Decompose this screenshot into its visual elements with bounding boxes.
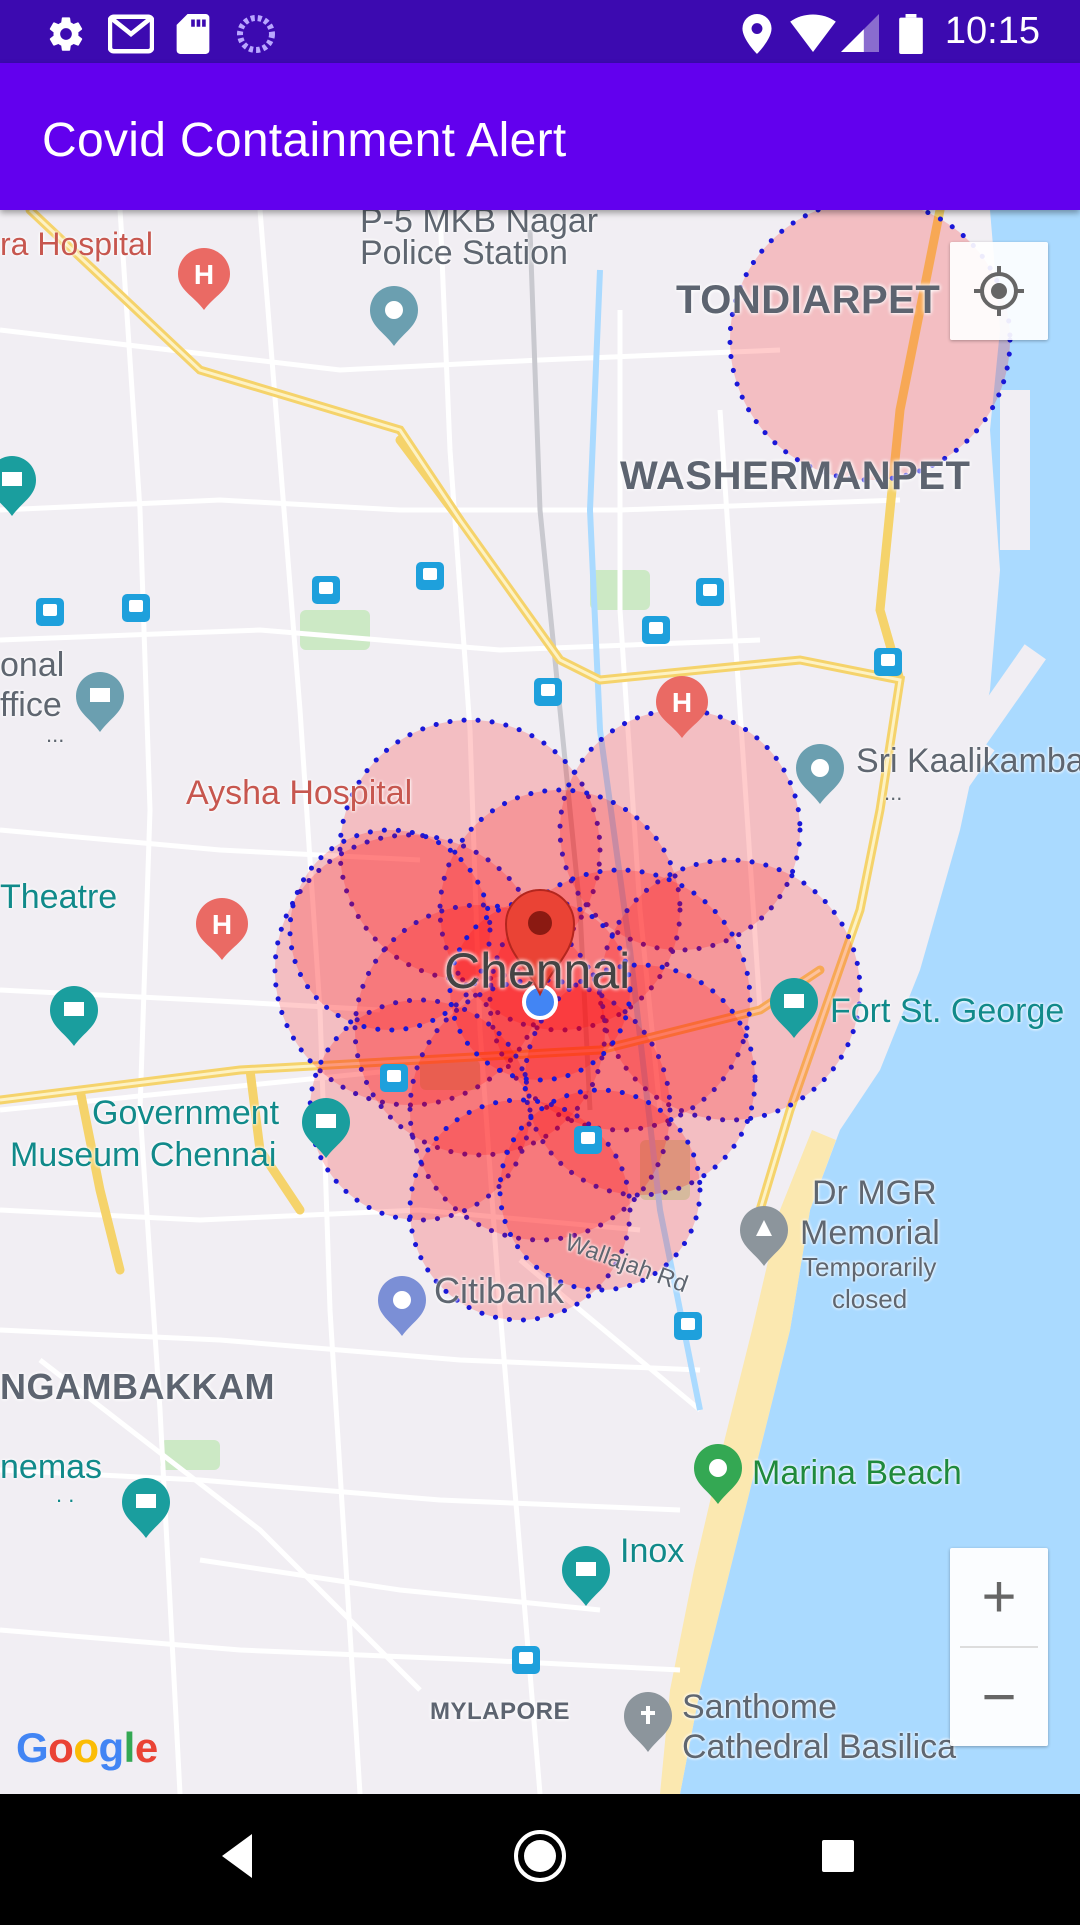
hospital-top-label: ra Hospital (0, 226, 153, 262)
signal-icon (840, 14, 880, 57)
sri-kaalikamba-more: ... (884, 780, 903, 805)
police-station-label-2: Police Station (360, 234, 568, 272)
area-washermanpet: WASHERMANPET (620, 454, 971, 498)
zoom-in-button[interactable]: + (950, 1548, 1048, 1646)
svg-text:H: H (672, 687, 692, 718)
google-logo-letter: l (123, 1724, 136, 1771)
aysha-hospital-label: Aysha Hospital (186, 774, 413, 812)
sri-kaalikamba-label: Sri Kaalikamba (856, 742, 1080, 780)
svg-text:H: H (194, 259, 214, 290)
battery-icon (898, 14, 924, 59)
citibank-label: Citibank (434, 1270, 565, 1311)
location-icon (742, 14, 772, 59)
sync-icon (236, 14, 276, 59)
home-button-inner (524, 1840, 556, 1872)
crosshair-icon (974, 266, 1024, 316)
office-label-1: onal (0, 646, 65, 684)
santhome-label-2: Cathedral Basilica (682, 1728, 957, 1766)
dr-mgr-label-4: closed (832, 1284, 908, 1314)
area-mylapore: MYLAPORE (430, 1698, 571, 1725)
app-title: Covid Containment Alert (42, 114, 567, 167)
navigation-bar (0, 1794, 1080, 1920)
settings-icon (46, 14, 86, 59)
my-location-button[interactable] (950, 242, 1048, 340)
wifi-icon (790, 14, 836, 57)
map-view[interactable]: H H H ra Hospital P-5 MKB Nagar Police S… (0, 210, 1080, 1794)
dr-mgr-label-2: Memorial (800, 1214, 940, 1252)
marina-beach-label: Marina Beach (752, 1454, 962, 1492)
svg-text:H: H (212, 909, 232, 940)
government-museum-label-1: Government (92, 1094, 280, 1132)
office-label-2: ffice (0, 686, 62, 724)
cinemas-more: . . (56, 1482, 75, 1507)
app-bar: Covid Containment Alert (0, 63, 1080, 210)
theatre-label: Theatre (0, 878, 118, 916)
city-label-chennai: Chennai (444, 943, 631, 999)
dr-mgr-label-3: Temporarily (802, 1252, 937, 1282)
recents-button[interactable] (822, 1840, 854, 1872)
area-nungambakkam: NGAMBAKKAM (0, 1366, 275, 1407)
google-logo-letter: g (98, 1724, 124, 1771)
office-label-3: ... (46, 722, 65, 747)
government-museum-label-2: Museum Chennai (10, 1136, 277, 1174)
gmail-icon (107, 14, 155, 59)
status-bar: 10:15 (0, 0, 1080, 63)
fort-st-george-label: Fort St. George (830, 992, 1065, 1030)
cinemas-label: nemas (0, 1448, 103, 1486)
sd-card-icon (176, 14, 210, 59)
status-time: 10:15 (944, 10, 1040, 52)
google-logo-letter: G (16, 1724, 49, 1771)
area-tondiarpet: TONDIARPET (676, 278, 941, 322)
zoom-out-button[interactable]: − (950, 1648, 1048, 1746)
google-logo: Google (16, 1724, 158, 1772)
google-logo-letter: o (48, 1724, 74, 1771)
inox-label: Inox (620, 1532, 685, 1570)
santhome-label-1: Santhome (682, 1688, 837, 1726)
zoom-controls: + − (950, 1548, 1048, 1746)
dr-mgr-label-1: Dr MGR (812, 1174, 937, 1212)
google-logo-letter: o (73, 1724, 99, 1771)
google-logo-letter: e (134, 1724, 158, 1771)
back-button[interactable] (222, 1834, 252, 1878)
